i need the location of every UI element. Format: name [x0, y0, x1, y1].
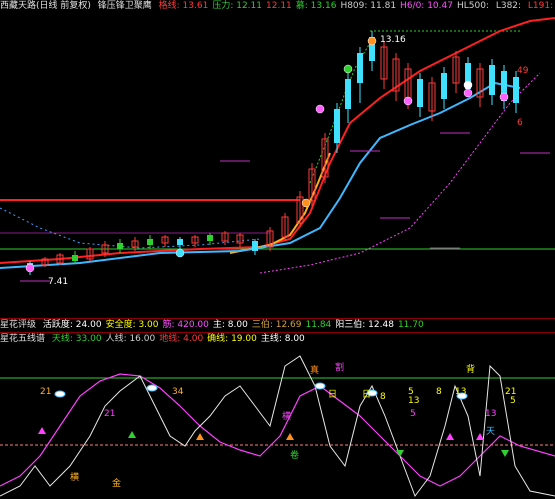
low-indicator-item: 人线: 16.00 — [105, 334, 156, 344]
white-oscillator-line — [0, 355, 555, 498]
mid-indicator-item: 11.84 — [305, 320, 332, 330]
pink-marker-icon — [403, 96, 413, 106]
main-indicator-item: 压力: 12.11 — [212, 1, 262, 11]
main-indicator-item: H809: 11.81 — [340, 1, 397, 11]
oscillator-char-label: 天 — [486, 427, 496, 437]
oscillator-char-label: 真 — [310, 366, 320, 376]
oscillator-number-label: 13 — [408, 396, 420, 406]
main-indicator-item: 慕: 13.16 — [295, 1, 337, 11]
low-indicator-item: 主线: 8.00 — [260, 334, 305, 344]
low-pane-header: 星花五线谱 天线: 33.00 人线: 16.00 地线: 4.00 确线: 19.0… — [0, 333, 555, 345]
oscillator-number-label: 34 — [172, 387, 184, 397]
pink-marker-icon — [25, 263, 35, 273]
main-indicator-item: L191: — [527, 1, 555, 11]
mid-pane-title: 星花评级 — [0, 320, 37, 330]
candle-body — [513, 77, 519, 103]
main-pane-indicator: 锋压锋卫聚鹰 — [97, 1, 152, 11]
oscillator-char-label: 割 — [335, 363, 345, 373]
blue-ma-line — [0, 81, 521, 269]
pink-marker-icon — [499, 92, 509, 102]
oscillator-number-label: 21 — [40, 387, 52, 397]
pink-marker-icon — [315, 104, 325, 114]
cloud-marker-icon — [54, 390, 66, 398]
down-arrow-icon — [501, 450, 509, 457]
right-number-b: 6 — [517, 118, 523, 128]
up-arrow-icon — [196, 433, 204, 440]
main-pane-header: 西藏天路(日线 前复权) 锋压锋卫聚鹰 格线: 13.61 压力: 12.11 12… — [0, 0, 555, 12]
red-ma-line — [0, 17, 555, 264]
signal-dot — [343, 64, 353, 74]
signal-dot — [463, 80, 473, 90]
cloud-marker-icon — [146, 384, 158, 392]
oscillator-number-label: 21 — [104, 409, 116, 419]
mid-indicator-item: 11.70 — [397, 320, 424, 330]
candle-body — [357, 53, 363, 83]
candle-body — [147, 239, 153, 245]
candle-body — [252, 241, 258, 251]
low-indicator-item: 确线: 19.00 — [207, 334, 257, 344]
main-pane-title: 西藏天路(日线 前复权) — [0, 1, 91, 11]
oscillator-char-label: 背 — [466, 365, 476, 375]
cloud-marker-icon — [314, 382, 326, 390]
oscillator-number-label: 5 — [510, 396, 516, 406]
up-arrow-icon — [446, 433, 454, 440]
candle-body — [177, 239, 183, 245]
low-price-label: 7.41 — [48, 277, 69, 287]
oscillator-char-label: 卷 — [290, 451, 300, 461]
up-arrow-icon — [128, 431, 136, 438]
right-number-a: 49 — [517, 66, 529, 76]
oscillator-char-label: 横 — [70, 473, 80, 483]
candle-body — [334, 109, 340, 143]
low-pane-title: 星花五线谱 — [0, 334, 46, 344]
purple-oscillator-line — [0, 373, 555, 487]
mid-indicator-item: 筋: 420.00 — [162, 320, 209, 330]
main-indicator-item: L382: — [495, 1, 524, 11]
candle-body — [72, 255, 78, 261]
mid-indicator-item: 活跃度: 24.00 — [42, 320, 102, 330]
candle-body — [417, 79, 423, 107]
main-indicator-item: 12.11 — [266, 1, 292, 11]
main-price-chart[interactable] — [0, 13, 555, 319]
high-price-label: 13.16 — [380, 35, 406, 45]
mid-indicator-item: 阳三伯: 12.48 — [335, 320, 394, 330]
low-indicator-item: 天线: 33.00 — [51, 334, 102, 344]
signal-dot — [367, 36, 377, 46]
oscillator-number-label: 8 — [380, 392, 386, 402]
signal-dot — [175, 248, 185, 258]
candle-body — [117, 243, 123, 249]
main-indicator-item: 格线: 13.61 — [158, 1, 209, 11]
oscillator-number-label: 8 — [436, 387, 442, 397]
up-arrow-icon — [476, 433, 484, 440]
oscillator-char-label: 日 — [362, 390, 372, 400]
candle-body — [345, 79, 351, 109]
blue-dotted-band — [0, 207, 261, 249]
main-indicator-item: H6/0: 10.47 — [400, 1, 453, 11]
mid-pane-header: 星花评级 活跃度: 24.00 安全度: 3.00 筋: 420.00 主: 8.00… — [0, 319, 555, 331]
oscillator-number-label: 13 — [485, 409, 497, 419]
oscillator-char-label: 金 — [112, 479, 122, 489]
oscillator-char-label: 横 — [282, 412, 292, 422]
candle-body — [441, 73, 447, 99]
mid-indicator-item: 主: 8.00 — [212, 320, 248, 330]
main-indicator-item: HL500: — [456, 1, 492, 11]
candle-body — [207, 235, 213, 241]
up-arrow-icon — [38, 427, 46, 434]
oscillator-char-label: 日 — [328, 390, 338, 400]
low-indicator-item: 地线: 4.00 — [159, 334, 204, 344]
candle-body — [489, 65, 495, 95]
up-arrow-icon — [286, 433, 294, 440]
oscillator-number-label: 5 — [410, 409, 416, 419]
mid-indicator-item: 安全度: 3.00 — [105, 320, 159, 330]
pink-marker-icon — [463, 88, 473, 98]
mid-indicator-item: 三伯: 12.69 — [251, 320, 302, 330]
oscillator-number-label: 13 — [455, 387, 467, 397]
purple-dotted-band — [259, 72, 541, 274]
signal-dot — [301, 198, 311, 208]
